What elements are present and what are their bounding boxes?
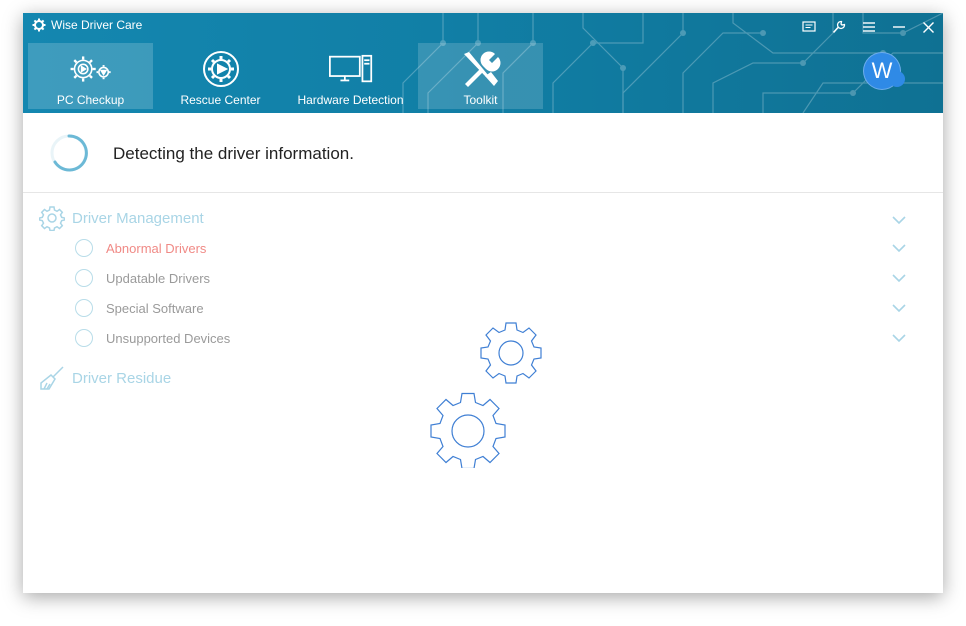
section-label: Driver Management — [72, 209, 204, 227]
status-bar: Detecting the driver information. — [23, 113, 943, 193]
settings-icon — [832, 20, 846, 34]
list-item-updatable-drivers[interactable]: Updatable Drivers — [75, 268, 210, 288]
rescue-center-icon — [202, 51, 239, 87]
loading-spinner-icon — [50, 134, 88, 172]
minimize-icon — [893, 26, 905, 28]
tab-label: Hardware Detection — [297, 93, 404, 107]
chevron-down-icon[interactable] — [891, 214, 907, 226]
broom-icon — [40, 366, 64, 390]
chevron-down-icon[interactable] — [891, 302, 907, 314]
toolkit-icon — [463, 51, 500, 87]
status-text: Detecting the driver information. — [113, 144, 354, 163]
close-button[interactable] — [917, 16, 939, 38]
gear-icon — [39, 206, 65, 231]
main-window: Wise Driver Care PC Checkup Rescue Cente… — [23, 13, 943, 593]
title-bar: Wise Driver Care — [23, 13, 943, 39]
tab-label: PC Checkup — [56, 93, 125, 107]
item-label: Unsupported Devices — [106, 330, 231, 346]
item-label: Abnormal Drivers — [106, 240, 207, 256]
tab-label: Rescue Center — [180, 93, 261, 107]
status-circle — [75, 239, 93, 257]
feedback-button[interactable] — [798, 16, 820, 38]
item-label: Special Software — [106, 300, 204, 316]
hardware-detection-icon — [328, 54, 372, 83]
chevron-down-icon[interactable] — [891, 272, 907, 284]
item-label: Updatable Drivers — [106, 270, 211, 286]
close-icon — [922, 21, 934, 33]
feedback-icon — [802, 21, 816, 32]
status-circle — [75, 269, 93, 287]
chevron-down-icon[interactable] — [891, 242, 907, 254]
list-item-abnormal-drivers[interactable]: Abnormal Drivers — [75, 238, 206, 258]
app-title: Wise Driver Care — [51, 18, 143, 32]
tab-hardware-detection[interactable]: Hardware Detection — [288, 43, 413, 109]
section-label: Driver Residue — [72, 369, 172, 387]
driver-management-section[interactable]: Driver Management — [39, 205, 204, 231]
avatar-badge — [889, 71, 905, 87]
list-item-special-software[interactable]: Special Software — [75, 298, 204, 318]
driver-residue-section[interactable]: Driver Residue — [39, 365, 171, 391]
list-item-unsupported-devices[interactable]: Unsupported Devices — [75, 328, 230, 348]
menu-button[interactable] — [858, 16, 880, 38]
chevron-down-icon[interactable] — [891, 332, 907, 344]
tab-pc-checkup[interactable]: PC Checkup — [28, 43, 153, 109]
tab-rescue-center[interactable]: Rescue Center — [158, 43, 283, 109]
minimize-button[interactable] — [888, 16, 910, 38]
tab-label: Toolkit — [463, 93, 498, 107]
header-bar: Wise Driver Care PC Checkup Rescue Cente… — [23, 13, 943, 113]
status-circle — [75, 329, 93, 347]
loading-gears-icon — [430, 322, 542, 468]
pc-checkup-icon — [70, 56, 111, 82]
status-circle — [75, 299, 93, 317]
main-tabs: PC Checkup Rescue Center Hardware Detect… — [28, 43, 548, 109]
app-logo-icon — [32, 18, 46, 32]
tab-toolkit[interactable]: Toolkit — [418, 43, 543, 109]
menu-icon — [863, 22, 875, 32]
settings-button[interactable] — [828, 16, 850, 38]
